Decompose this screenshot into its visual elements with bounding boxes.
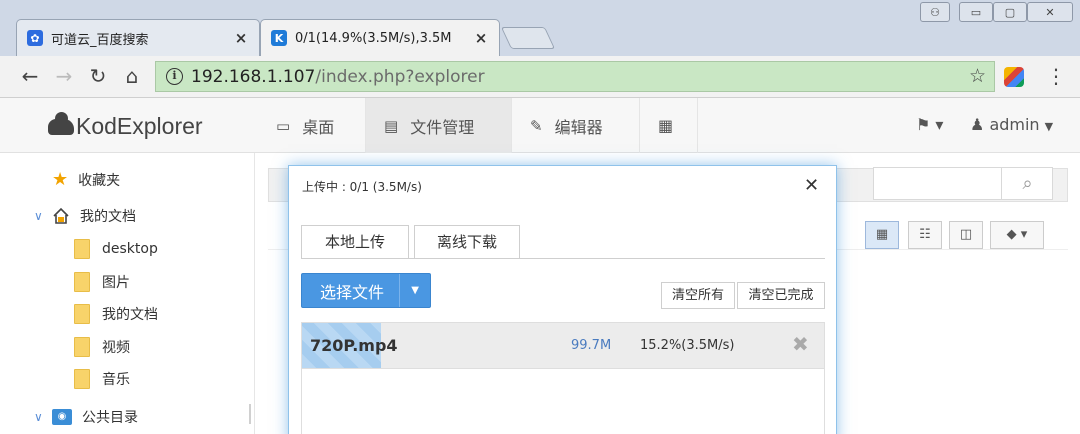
tree-label: 我的文档 [80,209,136,225]
search-icon[interactable]: ⌕ [1001,167,1053,200]
folder-icon [74,337,90,357]
tree-item-folder[interactable]: 我的文档 [74,304,158,324]
tab-close-icon[interactable]: × [233,29,249,47]
user-name: admin [989,115,1040,134]
app-logo[interactable]: KodExplorer [48,111,203,140]
tree-label: 我的文档 [102,307,158,323]
file-size: 99.7M [571,338,612,353]
nav-label: 桌面 [302,117,335,137]
upload-row: 720P.mp4 99.7M 15.2%(3.5M/s) ✖ [301,322,825,369]
new-tab-button[interactable] [500,27,556,49]
close-icon[interactable]: ✕ [804,175,819,196]
tab-baidu[interactable]: ✿ 可道云_百度搜索 × [16,19,260,56]
chevron-down-icon[interactable]: ∨ [34,209,48,223]
tree-item-favorites[interactable]: ★ 收藏夹 [52,169,120,190]
tree-label: desktop [102,241,158,257]
nav-label: 文件管理 [410,117,475,137]
clear-all-button[interactable]: 清空所有 [661,282,735,309]
dialog-title: 上传中 : 0/1 (3.5M/s) [302,180,422,194]
nav-label: 编辑器 [554,117,603,137]
hdd-icon: ▤ [384,116,399,135]
clear-completed-button[interactable]: 清空已完成 [737,282,825,309]
folder-icon [74,272,90,292]
chevron-down-icon[interactable]: ∨ [34,410,48,424]
url-path: /index.php?explorer [315,66,485,87]
tab-divider [301,258,825,259]
choose-file-button[interactable]: 选择文件 ▼ [301,273,431,308]
sidebar-resize-handle[interactable] [249,404,251,424]
upload-list [301,369,825,434]
sidebar-tree: ★ 收藏夹 ∨ 我的文档 desktop 图片 我的文档 视频 音乐 ∨ ◉ 公… [0,153,255,434]
grid-icon: ▦ [658,116,674,135]
browser-titlebar: ✿ 可道云_百度搜索 × K 0/1(14.9%(3.5M/s),3.5M × … [0,0,1080,56]
back-arrow-icon[interactable]: ← [18,64,42,88]
app-header: KodExplorer ▭ 桌面 ▤ 文件管理 ✎ 编辑器 ▦ ⚑ ▾ ♟ ad… [0,98,1080,153]
tab-local-upload[interactable]: 本地上传 [301,225,409,259]
choose-file-label: 选择文件 [320,282,385,302]
tree-item-mydocs[interactable]: ∨ 我的文档 [34,206,136,226]
house-icon [52,207,70,225]
kod-logo-icon: K [271,30,287,46]
tree-label: 视频 [102,340,130,356]
tree-label: 音乐 [102,372,130,388]
upload-status: 15.2%(3.5M/s) [640,338,735,353]
forward-arrow-icon[interactable]: → [52,64,76,88]
extension-icon[interactable] [1004,67,1024,87]
view-icons-icon[interactable]: ▦ [865,221,899,249]
reload-icon[interactable]: ↻ [86,64,110,88]
user-menu[interactable]: ♟ admin ▼ [970,115,1053,134]
remove-icon[interactable]: ✖ [792,332,809,356]
logo-text: KodExplorer [76,113,203,139]
folder-icon [74,369,90,389]
profile-icon[interactable]: ⚇ [920,2,950,22]
edit-icon: ✎ [530,116,543,135]
site-info-icon[interactable]: i [166,68,183,85]
baidu-paw-icon: ✿ [27,30,43,46]
home-icon[interactable]: ⌂ [120,64,144,88]
nav-file-manager[interactable]: ▤ 文件管理 [366,98,512,153]
folder-icon [74,239,90,259]
monitor-icon: ▭ [276,116,291,135]
view-split-icon[interactable]: ◫ [949,221,983,249]
browser-toolbar: ← → ↻ ⌂ i 192.168.1.107 /index.php?explo… [0,56,1080,98]
address-bar[interactable]: i 192.168.1.107 /index.php?explorer ☆ [155,61,995,92]
file-name: 720P.mp4 [310,336,398,355]
tab-kodexplorer[interactable]: K 0/1(14.9%(3.5M/s),3.5M × [260,19,500,56]
user-icon: ♟ [970,115,985,134]
tree-label: 图片 [102,275,130,291]
view-list-icon[interactable]: ☷ [908,221,942,249]
tree-item-folder[interactable]: 视频 [74,337,130,357]
folder-icon [74,304,90,324]
cloud-icon [48,111,74,135]
close-window-icon[interactable]: ✕ [1027,2,1073,22]
tab-close-icon[interactable]: × [473,29,489,47]
minimize-icon[interactable]: ▭ [959,2,993,22]
tree-item-public[interactable]: ∨ ◉ 公共目录 [34,407,138,427]
browser-menu-icon[interactable]: ⋮ [1046,65,1066,87]
flag-icon[interactable]: ⚑ ▾ [916,115,943,134]
tree-item-folder[interactable]: desktop [74,239,158,259]
tree-item-folder[interactable]: 图片 [74,272,130,292]
tree-label: 公共目录 [82,410,138,426]
tab-title: 可道云_百度搜索 [51,32,149,48]
chevron-down-icon: ▼ [1044,120,1054,133]
tab-offline-download[interactable]: 离线下载 [414,225,520,259]
nav-apps[interactable]: ▦ [640,98,698,153]
upload-dialog: 上传中 : 0/1 (3.5M/s) ✕ 本地上传 离线下载 选择文件 ▼ 清空… [288,165,837,434]
nav-editor[interactable]: ✎ 编辑器 [512,98,640,153]
tree-label: 收藏夹 [78,172,121,189]
star-icon: ★ [52,169,69,190]
public-folder-icon: ◉ [52,409,72,425]
tab-title: 0/1(14.9%(3.5M/s),3.5M [295,30,452,46]
nav-desktop[interactable]: ▭ 桌面 [258,98,366,153]
theme-menu-icon[interactable]: ◆ ▾ [990,221,1044,249]
chevron-down-icon[interactable]: ▼ [399,274,430,307]
url-host: 192.168.1.107 [191,66,316,87]
maximize-icon[interactable]: ▢ [993,2,1027,22]
bookmark-star-icon[interactable]: ☆ [969,65,986,87]
tree-item-folder[interactable]: 音乐 [74,369,130,389]
